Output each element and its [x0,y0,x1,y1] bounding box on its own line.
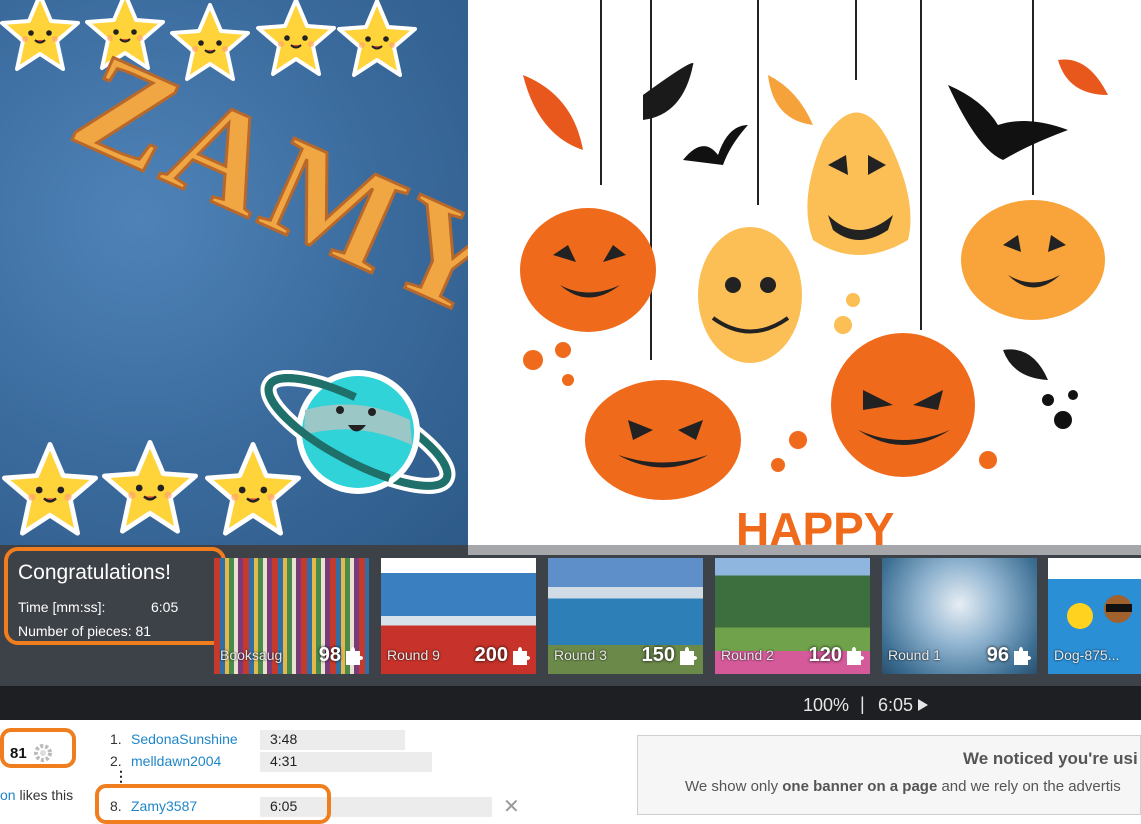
player-time: 3:48 [270,731,298,747]
duck-dog-picture [1067,595,1132,629]
time-label: Time [mm:ss]: [18,599,106,615]
congratulations-title: Congratulations! [18,561,171,584]
pieces-value: 81 [135,623,152,639]
leaderboard-row: 2. melldawn2004 4:31 [110,752,440,773]
thumbnail-piece-count: 200 [474,644,508,666]
notice-text: We show only one banner on a page and we… [685,778,1121,795]
stars-planet-illustration: ZAMY [0,0,468,545]
pieces-count: 81 [10,745,27,762]
thumbnail-round-1[interactable]: Round 1 96 [882,558,1037,674]
notice-text-pre: We show only [685,778,783,795]
rank-number: 1. [110,731,122,747]
thumbnail-piece-count: 120 [808,644,842,666]
close-icon[interactable]: ✕ [503,794,520,819]
player-name[interactable]: melldawn2004 [131,753,221,769]
gear-piece-icon [34,744,52,762]
thumbnail-round-3[interactable]: Round 3 150 [548,558,703,674]
likes-user-link[interactable]: on [0,787,16,803]
thumbnail-dog[interactable]: Dog-875... [1048,558,1141,674]
pieces-label: Number of pieces: [18,623,132,639]
thumbnail-label: Booksaug [220,647,283,663]
pieces-row: Number of pieces: 81 [18,623,151,639]
puzzle-image-left: ZAMY [0,0,468,545]
pieces-count-badge: 81 [0,728,76,768]
thumbnail-label: Dog-875... [1054,647,1120,663]
thumbnail-booksaug[interactable]: Booksaug 98 [214,558,369,674]
current-user-highlight [95,784,331,824]
likes-suffix: likes this [15,787,74,803]
thumbnail-round-9[interactable]: Round 9 200 [381,558,536,674]
thumbnail-label: Round 1 [888,647,941,663]
player-time: 4:31 [270,753,298,769]
notice-text-bold: one banner on a page [782,778,938,795]
halloween-pumpkins-illustration: HAPPY [520,0,1108,545]
notice-text-post: and we rely on the advertis [937,778,1121,795]
thumbnail-piece-count: 98 [318,644,341,666]
time-row: Time [mm:ss]: 6:05 [18,599,178,615]
status-separator: | [860,694,865,714]
thumbnail-round-2[interactable]: Round 2 120 [715,558,870,674]
leaderboard-ellipsis: ⋮ [114,768,128,784]
congratulations-box: Congratulations! Time [mm:ss]: 6:05 Numb… [4,547,226,645]
zamy-wordmark: ZAMY [53,23,468,348]
time-value: 6:05 [151,599,179,615]
leaderboard-row: 1. SedonaSunshine 3:48 [110,730,410,751]
puzzle-piece-icon [346,647,363,665]
rank-number: 2. [110,753,122,769]
thumbnail-piece-count: 150 [641,644,675,666]
thumbnail-label: Round 9 [387,647,440,663]
thumbnail-label: Round 3 [554,647,607,663]
zoom-level[interactable]: 100% [803,695,849,716]
likes-text: on likes this [0,787,73,803]
thumbnail-label: Round 2 [721,647,774,663]
puzzle-piece-icon [513,647,530,665]
puzzle-piece-icon [680,647,697,665]
strip-highlight [468,545,1141,555]
notice-title: We noticed you're usi [963,749,1138,768]
puzzle-thumbnail-strip: Congratulations! Time [mm:ss]: 6:05 Numb… [0,545,1141,686]
puzzle-piece-icon [847,647,864,665]
happy-caption: HAPPY [736,503,894,545]
puzzle-piece-icon [1014,647,1031,665]
thumbnail-piece-count: 96 [986,644,1009,666]
timer: 6:05 [878,695,914,715]
puzzle-image-right: HAPPY [468,0,1141,545]
adblock-notice: We noticed you're usi We show only one b… [637,735,1141,815]
play-icon[interactable] [917,699,929,711]
player-name[interactable]: SedonaSunshine [131,731,238,747]
status-bar: 100% | 6:05 [0,686,1141,720]
